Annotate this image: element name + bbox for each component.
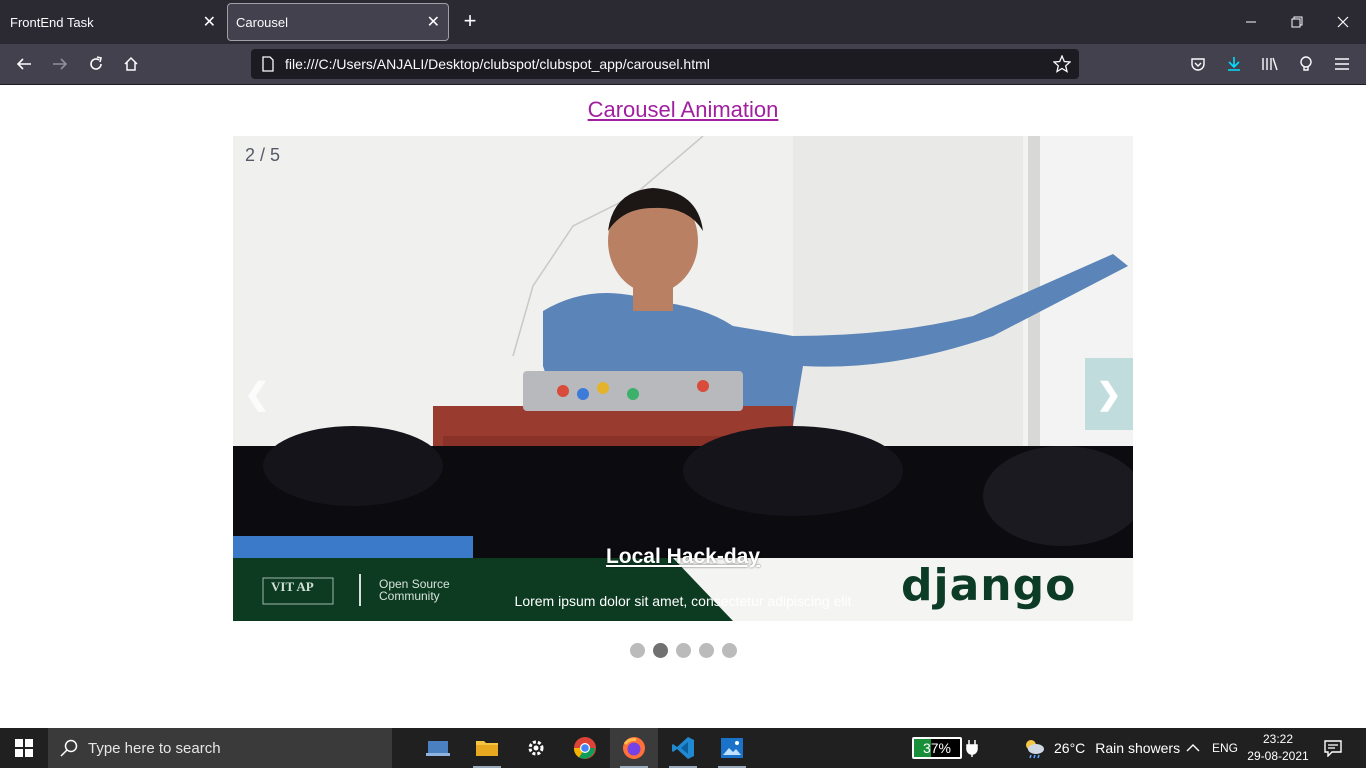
- clock-date: 29-08-2021: [1247, 749, 1309, 763]
- windows-logo-icon: [15, 739, 33, 757]
- chrome-icon: [573, 737, 596, 759]
- downloads-button[interactable]: [1220, 50, 1248, 78]
- reload-button[interactable]: [82, 50, 110, 78]
- library-button[interactable]: [1256, 50, 1284, 78]
- notification-icon: [1324, 740, 1342, 757]
- pocket-button[interactable]: [1184, 50, 1212, 78]
- tab-label: Carousel: [236, 14, 289, 30]
- carousel-dot-2[interactable]: [652, 643, 668, 658]
- taskbar-app-file-explorer[interactable]: [463, 728, 511, 768]
- forward-button[interactable]: [46, 50, 74, 78]
- folder-icon: [476, 741, 498, 756]
- taskbar-app-settings[interactable]: [512, 728, 560, 768]
- slide-caption-title: Local Hack-day: [605, 545, 761, 568]
- reload-icon: [90, 56, 102, 70]
- carousel-dot-5[interactable]: [721, 643, 737, 658]
- prev-slide-button[interactable]: ❮: [233, 358, 281, 430]
- start-button[interactable]: [0, 728, 48, 768]
- taskbar-app-vscode[interactable]: [659, 728, 707, 768]
- taskbar-search-box[interactable]: Type here to search: [48, 728, 392, 768]
- restore-icon: [1291, 16, 1303, 28]
- carousel-dots: [0, 643, 1366, 658]
- lightbulb-icon: [1300, 56, 1312, 71]
- page-icon: [262, 56, 274, 72]
- firefox-icon: [623, 737, 645, 759]
- taskbar-app-photos[interactable]: [708, 728, 756, 768]
- tab-frontend-task[interactable]: FrontEnd Task ✕: [0, 0, 224, 44]
- forward-arrow-icon: [53, 58, 68, 70]
- weather-temp: 26°C: [1054, 740, 1086, 756]
- library-icon: [1262, 57, 1278, 71]
- battery-indicator[interactable]: 37%: [912, 737, 962, 759]
- windows-taskbar: Type here to search 37% 26°C Rain shower…: [0, 728, 1366, 768]
- battery-percent: 37%: [922, 740, 952, 756]
- close-window-button[interactable]: [1320, 0, 1366, 44]
- new-tab-button[interactable]: +: [458, 10, 482, 34]
- taskbar-app-firefox[interactable]: [610, 728, 658, 768]
- search-icon: [60, 739, 78, 757]
- hamburger-menu-icon: [1335, 58, 1349, 70]
- minimize-icon: [1246, 21, 1256, 23]
- tab-carousel[interactable]: Carousel ✕: [227, 3, 449, 41]
- download-icon: [1228, 57, 1240, 71]
- page-title-link[interactable]: Carousel Animation: [0, 97, 1366, 123]
- taskbar-app-task-view[interactable]: [414, 728, 462, 768]
- bookmark-star-icon[interactable]: [1053, 55, 1071, 73]
- close-tab-icon[interactable]: ✕: [203, 12, 216, 32]
- chevron-up-icon: [1186, 744, 1200, 752]
- vscode-icon: [672, 737, 694, 759]
- taskbar-app-chrome[interactable]: [561, 728, 609, 768]
- weather-widget[interactable]: 26°C Rain showers: [1022, 728, 1180, 768]
- notifications-button[interactable]: [1324, 728, 1342, 768]
- home-icon: [124, 56, 138, 71]
- browser-tab-bar: FrontEnd Task ✕ Carousel ✕ +: [0, 0, 1366, 44]
- restore-button[interactable]: [1274, 0, 1320, 44]
- carousel-dot-3[interactable]: [675, 643, 691, 658]
- system-clock[interactable]: 23:22 29-08-2021: [1236, 731, 1320, 765]
- next-slide-button[interactable]: ❯: [1085, 358, 1133, 430]
- task-view-icon: [426, 741, 450, 756]
- search-placeholder: Type here to search: [88, 739, 221, 757]
- slide-caption-text: Lorem ipsum dolor sit amet, consectetur …: [514, 593, 852, 609]
- weather-rain-icon: [1026, 740, 1044, 759]
- menu-button[interactable]: [1328, 50, 1356, 78]
- page-content: Carousel Animation VIT AP Open Source Co…: [0, 85, 1366, 728]
- carousel-dot-4[interactable]: [698, 643, 714, 658]
- carousel: VIT AP Open Source Community django 2 / …: [233, 136, 1133, 621]
- carousel-dot-1[interactable]: [629, 643, 645, 658]
- power-plug-icon: [966, 740, 978, 757]
- back-button[interactable]: [10, 50, 38, 78]
- language-indicator[interactable]: ENG: [1212, 728, 1238, 768]
- back-arrow-icon: [16, 58, 31, 70]
- browser-nav-bar: file:///C:/Users/ANJALI/Desktop/clubspot…: [0, 44, 1366, 85]
- minimize-button[interactable]: [1228, 0, 1274, 44]
- close-icon: [1337, 16, 1349, 28]
- gear-icon: [528, 740, 544, 756]
- photos-icon: [721, 738, 743, 758]
- clock-time: 23:22: [1262, 732, 1294, 746]
- home-button[interactable]: [117, 50, 145, 78]
- close-tab-icon[interactable]: ✕: [427, 12, 440, 32]
- slide-counter: 2 / 5: [245, 145, 281, 165]
- power-plug-tray[interactable]: [966, 728, 978, 768]
- weather-desc: Rain showers: [1095, 740, 1181, 756]
- tab-label: FrontEnd Task: [10, 14, 94, 30]
- url-bar[interactable]: file:///C:/Users/ANJALI/Desktop/clubspot…: [251, 49, 1079, 79]
- url-text: file:///C:/Users/ANJALI/Desktop/clubspot…: [285, 56, 710, 72]
- show-hidden-icons-button[interactable]: [1186, 728, 1200, 768]
- pocket-icon: [1191, 58, 1205, 71]
- tips-button[interactable]: [1292, 50, 1320, 78]
